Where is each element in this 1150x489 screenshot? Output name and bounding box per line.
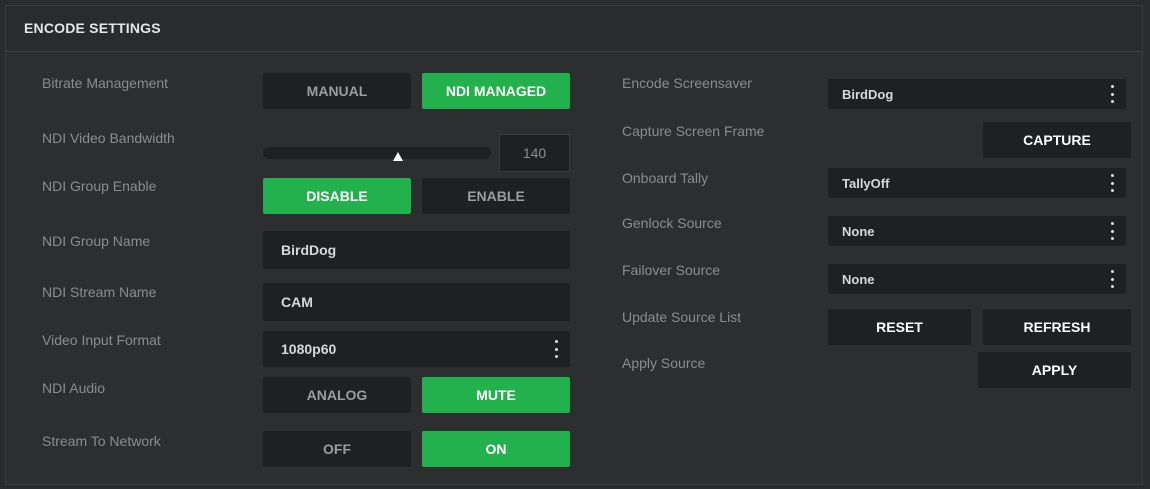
stream-on-button[interactable]: ON [422, 431, 570, 467]
capture-button[interactable]: CAPTURE [983, 122, 1131, 158]
group-enable-button[interactable]: ENABLE [422, 178, 570, 214]
tally-value: TallyOff [842, 175, 890, 191]
update-source-list-label: Update Source List [622, 309, 742, 325]
refresh-button[interactable]: REFRESH [983, 309, 1131, 345]
failover-value: None [842, 271, 875, 287]
analog-button[interactable]: ANALOG [263, 377, 411, 413]
screensaver-value: BirdDog [842, 86, 894, 102]
kebab-menu-icon[interactable] [1110, 270, 1114, 288]
ndi-stream-name-label: NDI Stream Name [42, 284, 157, 300]
mute-button[interactable]: MUTE [422, 377, 570, 413]
stream-name-field[interactable]: CAM [263, 283, 570, 321]
kebab-menu-icon[interactable] [1110, 222, 1114, 240]
stream-to-network-label: Stream To Network [42, 433, 161, 449]
reset-button[interactable]: RESET [828, 309, 971, 345]
stream-off-button[interactable]: OFF [263, 431, 411, 467]
bandwidth-value-field[interactable]: 140 [499, 134, 570, 172]
group-disable-button[interactable]: DISABLE [263, 178, 411, 214]
failover-source-label: Failover Source [622, 262, 721, 278]
encode-settings-panel: ENCODE SETTINGS Bitrate Management MANUA… [5, 5, 1143, 485]
ndi-group-enable-label: NDI Group Enable [42, 178, 157, 194]
ndi-group-name-label: NDI Group Name [42, 233, 151, 249]
bitrate-management-label: Bitrate Management [42, 75, 169, 91]
video-input-format-select[interactable]: 1080p60 [263, 331, 570, 367]
failover-select[interactable]: None [828, 264, 1126, 294]
apply-source-label: Apply Source [622, 355, 706, 371]
genlock-value: None [842, 223, 875, 239]
apply-button[interactable]: APPLY [978, 352, 1131, 388]
kebab-menu-icon[interactable] [1110, 85, 1114, 103]
video-input-format-value: 1080p60 [281, 341, 337, 357]
group-name-field[interactable]: BirdDog [263, 231, 570, 269]
panel-title: ENCODE SETTINGS [24, 20, 161, 36]
ndi-managed-button[interactable]: NDI MANAGED [422, 73, 570, 109]
kebab-menu-icon[interactable] [1110, 174, 1114, 192]
ndi-video-bandwidth-label: NDI Video Bandwidth [42, 130, 175, 146]
video-input-format-label: Video Input Format [42, 332, 161, 348]
slider-thumb-icon[interactable] [393, 152, 403, 161]
encode-screensaver-label: Encode Screensaver [622, 75, 752, 91]
kebab-menu-icon[interactable] [554, 340, 558, 358]
ndi-audio-label: NDI Audio [42, 380, 106, 396]
bandwidth-slider-track[interactable] [263, 147, 491, 159]
capture-screen-frame-label: Capture Screen Frame [622, 123, 765, 139]
genlock-select[interactable]: None [828, 216, 1126, 246]
manual-button[interactable]: MANUAL [263, 73, 411, 109]
tally-select[interactable]: TallyOff [828, 168, 1126, 198]
panel-header: ENCODE SETTINGS [6, 6, 1142, 52]
onboard-tally-label: Onboard Tally [622, 170, 709, 186]
screensaver-select[interactable]: BirdDog [828, 79, 1126, 109]
genlock-source-label: Genlock Source [622, 215, 722, 231]
